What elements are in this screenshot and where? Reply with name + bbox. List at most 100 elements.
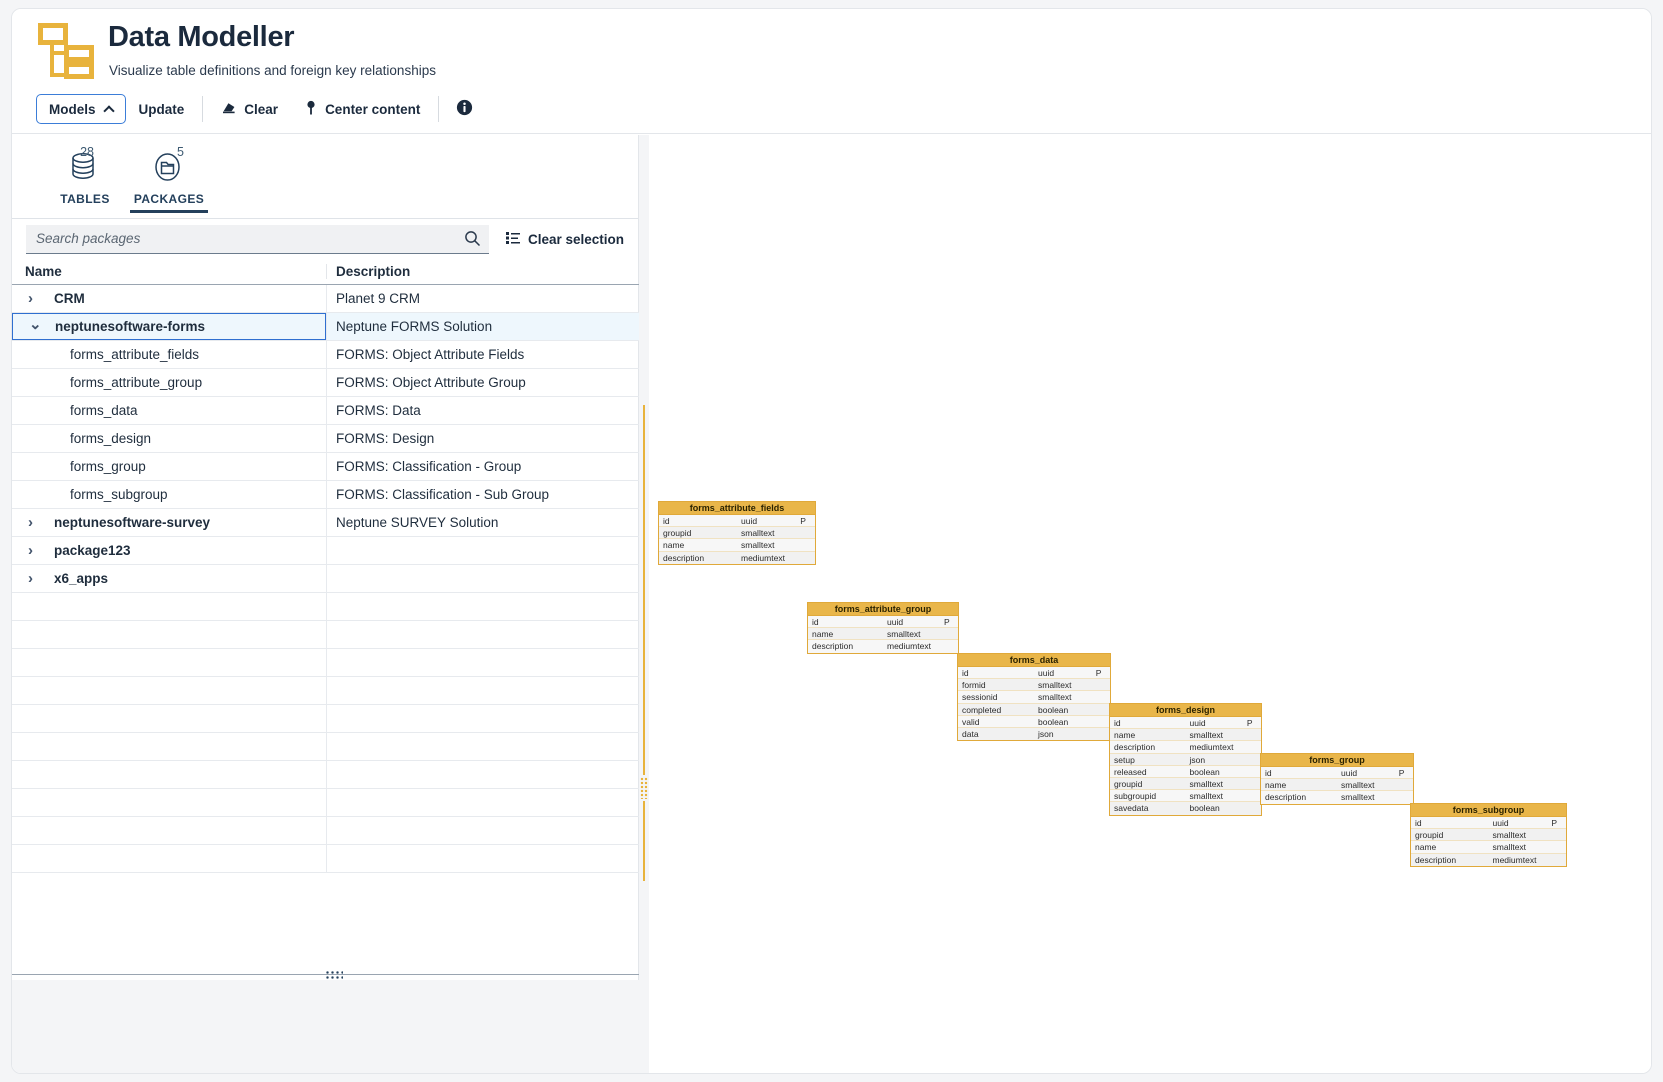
splitter-grip[interactable] xyxy=(325,970,343,980)
row-name-label: CRM xyxy=(54,291,85,306)
toolbar-divider-2 xyxy=(438,96,440,122)
table-row[interactable]: forms_design FORMS: Design xyxy=(12,425,639,453)
er-field-key xyxy=(1547,829,1566,840)
er-table-field-row: name smalltext xyxy=(659,539,815,552)
er-table[interactable]: forms_subgroup id uuid Pgroupid smalltext nam… xyxy=(1410,803,1567,867)
search-icon[interactable] xyxy=(457,230,489,247)
er-field-column: groupid xyxy=(1114,778,1143,789)
er-field-column: name xyxy=(663,540,685,551)
splitter-line-top xyxy=(643,405,645,775)
horizontal-splitter[interactable] xyxy=(12,970,639,980)
er-field-datatype: smalltext xyxy=(1492,842,1527,853)
center-content-button-label: Center content xyxy=(325,101,421,117)
er-table-field-row: released boolean xyxy=(1110,765,1261,778)
table-row[interactable]: CRM Planet 9 CRM xyxy=(12,285,639,313)
list-clear-icon xyxy=(505,230,521,249)
er-field-key: P xyxy=(1398,768,1405,778)
table-row[interactable]: neptunesoftware-forms Neptune FORMS Solut… xyxy=(12,313,639,341)
chevron-right-icon[interactable] xyxy=(28,514,48,531)
row-description-cell xyxy=(326,761,639,788)
update-button[interactable]: Update xyxy=(126,94,198,124)
row-description-cell xyxy=(326,621,639,648)
sidebar-tabs: 28 TABLES 5 PACKAGES xyxy=(12,135,638,219)
table-row[interactable]: forms_data FORMS: Data xyxy=(12,397,639,425)
er-field-key: P xyxy=(944,617,950,627)
er-diagram-canvas[interactable]: forms_attribute_fields id uuid Pgroupid smal… xyxy=(650,135,1651,1073)
vertical-splitter-grip[interactable] xyxy=(640,777,648,799)
row-description-cell: FORMS: Design xyxy=(326,425,639,452)
er-field-column: formid xyxy=(962,680,986,691)
er-table[interactable]: forms_data id uuid Pformid smalltext sessioni… xyxy=(957,653,1111,742)
table-row[interactable]: forms_attribute_group FORMS: Object Attri… xyxy=(12,369,639,397)
row-name-cell: forms_attribute_fields xyxy=(12,341,326,368)
info-circle-icon xyxy=(456,99,473,119)
er-field-datatype: uuid xyxy=(887,617,904,627)
er-field-key xyxy=(796,527,815,538)
er-table[interactable]: forms_design id uuid Pname smalltext descript… xyxy=(1109,703,1262,816)
tab-tables-label: TABLES xyxy=(60,192,110,206)
table-row[interactable]: package123 xyxy=(12,537,639,565)
folder-circle-icon: 5 xyxy=(153,145,185,187)
row-name-cell xyxy=(12,789,326,816)
row-name-label: forms_design xyxy=(70,431,152,446)
er-field-column: description xyxy=(1415,854,1457,865)
er-field-key: P xyxy=(1246,718,1253,728)
chevron-right-icon[interactable] xyxy=(28,570,48,587)
er-field-datatype: mediumtext xyxy=(1189,742,1234,753)
chevron-right-icon[interactable] xyxy=(28,290,48,307)
table-row xyxy=(12,621,639,649)
info-button[interactable] xyxy=(444,94,485,124)
er-table-field-row: groupid smalltext xyxy=(659,527,815,540)
row-description-cell xyxy=(326,537,639,564)
row-description-cell xyxy=(326,817,639,844)
tab-tables[interactable]: 28 TABLES xyxy=(46,145,124,210)
table-row[interactable]: forms_attribute_fields FORMS: Object Attr… xyxy=(12,341,639,369)
table-row[interactable]: neptunesoftware-survey Neptune SURVEY Sol… xyxy=(12,509,639,537)
database-icon: 28 xyxy=(70,145,100,187)
er-table-field-row: data json xyxy=(958,727,1110,741)
er-table-field-row: description smalltext xyxy=(1261,791,1413,804)
er-field-column: description xyxy=(663,552,705,563)
er-field-datatype: smalltext xyxy=(741,540,775,551)
er-table-field-row: description mediumtext xyxy=(1110,741,1261,754)
er-table-title: forms_subgroup xyxy=(1411,804,1566,817)
table-row[interactable]: forms_group FORMS: Classification - Group xyxy=(12,453,639,481)
er-table[interactable]: forms_group id uuid Pname smalltext descripti… xyxy=(1260,753,1414,805)
table-row xyxy=(12,817,639,845)
er-field-key xyxy=(1395,791,1413,803)
tab-packages-label: PACKAGES xyxy=(133,192,205,206)
er-field-column: groupid xyxy=(663,528,692,539)
tab-packages[interactable]: 5 PACKAGES xyxy=(130,145,208,213)
page-title: Data Modeller xyxy=(108,21,295,53)
er-field-datatype: smalltext xyxy=(1189,791,1224,802)
chevron-down-icon[interactable] xyxy=(29,318,49,336)
table-row[interactable]: forms_subgroup FORMS: Classification - Su… xyxy=(12,481,639,509)
clear-button[interactable]: Clear xyxy=(208,94,291,124)
row-name-cell: forms_design xyxy=(12,425,326,452)
search-input[interactable] xyxy=(26,224,457,253)
er-table-field-row: groupid smalltext xyxy=(1110,777,1261,791)
clear-selection-button[interactable]: Clear selection xyxy=(505,230,624,249)
er-table[interactable]: forms_attribute_fields id uuid Pgroupid smal… xyxy=(658,501,816,565)
vertical-splitter[interactable] xyxy=(639,135,649,1073)
er-field-datatype: smalltext xyxy=(1341,792,1375,803)
column-header-name: Name xyxy=(25,264,62,279)
er-field-key: P xyxy=(1551,818,1558,828)
row-name-cell xyxy=(12,817,326,844)
er-table[interactable]: forms_attribute_group id uuid Pname smalltex… xyxy=(807,602,959,654)
chevron-right-icon[interactable] xyxy=(28,542,48,559)
grid-header: Name Description xyxy=(12,259,639,285)
er-table-field-row: description mediumtext xyxy=(1411,853,1566,866)
center-content-button[interactable]: Center content xyxy=(291,94,433,124)
table-row xyxy=(12,705,639,733)
splitter-line-bottom xyxy=(643,801,645,881)
row-name-label: neptunesoftware-survey xyxy=(54,515,211,530)
table-row[interactable]: x6_apps xyxy=(12,565,639,593)
models-button[interactable]: Models xyxy=(36,94,126,124)
er-field-key xyxy=(796,552,815,564)
er-field-column: id xyxy=(663,516,670,526)
table-row xyxy=(12,845,639,873)
packages-grid: Name Description CRM Planet 9 CRM neptunes… xyxy=(12,259,639,873)
er-field-key xyxy=(1243,802,1261,814)
er-field-key xyxy=(1243,778,1261,789)
